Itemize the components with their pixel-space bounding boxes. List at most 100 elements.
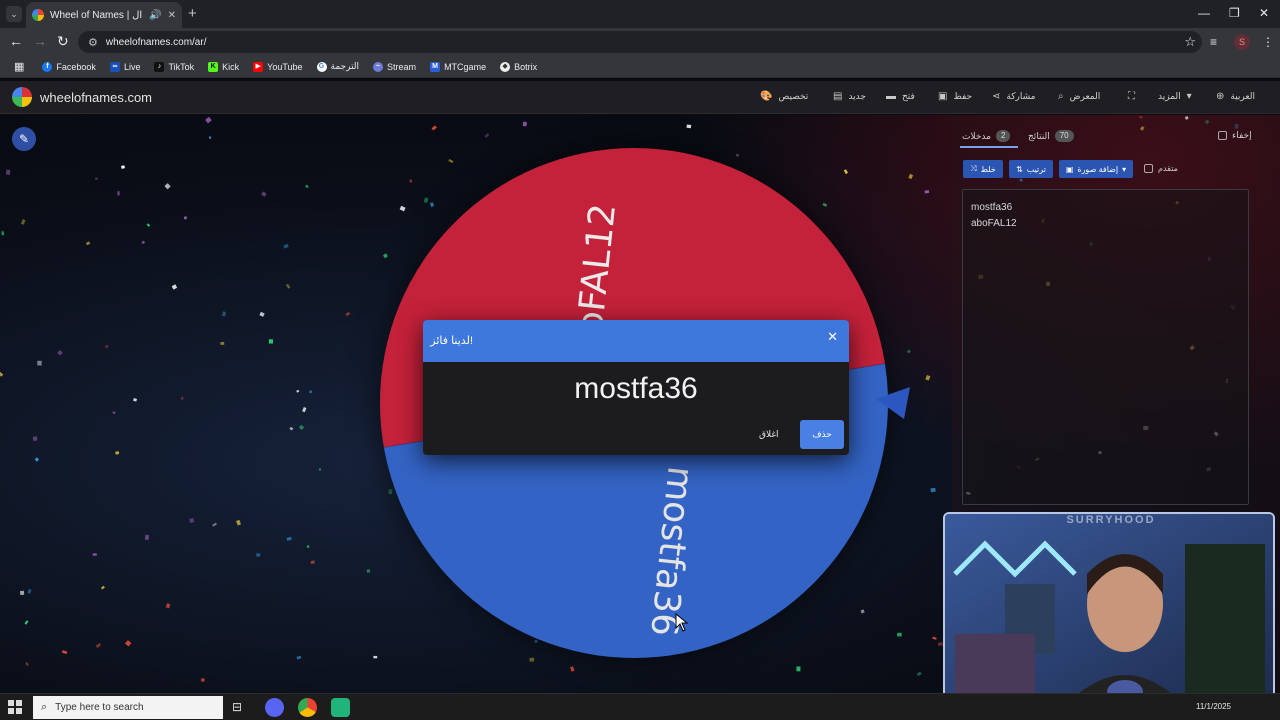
tab-results[interactable]: النتائج 70 — [1028, 130, 1074, 142]
menu-label: المعرض — [1069, 91, 1101, 101]
confetti-piece — [34, 457, 40, 462]
confetti-piece — [796, 666, 801, 672]
webcam-feed-image — [945, 514, 1273, 702]
save-icon: ▣ — [938, 91, 948, 102]
add-image-button[interactable]: ▣ إضافة صورة ▾ — [1059, 160, 1133, 178]
profile-avatar[interactable]: S — [1234, 34, 1250, 50]
share-button[interactable]: ⋖ مشاركة — [992, 91, 1035, 102]
gallery-button[interactable]: ⌕ المعرض — [1058, 91, 1100, 102]
button-label: إضافة صورة — [1077, 164, 1119, 174]
remove-winner-button[interactable]: حذف — [800, 420, 844, 449]
hide-toggle[interactable]: إخفاء — [1218, 130, 1252, 141]
taskbar-search-box[interactable]: ⌕ Type here to search — [33, 696, 223, 719]
open-button[interactable]: ▬ فتح — [886, 91, 915, 102]
bookmark-tiktok[interactable]: ♪ TikTok — [148, 60, 200, 74]
tab-search-button[interactable]: ⌄ — [6, 6, 22, 22]
confetti-piece — [212, 522, 217, 527]
edit-pencil-icon[interactable]: ✎ — [12, 127, 36, 151]
address-bar[interactable]: ⚙ wheelofnames.com/ar/ ☆ — [78, 31, 1202, 53]
bookmark-live[interactable]: ∞ Live — [104, 60, 147, 74]
confetti-piece — [431, 125, 437, 131]
forward-icon[interactable]: → — [33, 33, 47, 49]
share-icon: ⋖ — [992, 91, 1001, 102]
language-selector[interactable]: ⊕ العربية — [1216, 91, 1255, 102]
stream-icon: ~ — [373, 61, 384, 72]
more-dropdown[interactable]: المزيد ▾ — [1158, 91, 1192, 102]
confetti-piece — [529, 657, 535, 662]
confetti-piece — [85, 241, 91, 246]
confetti-piece — [916, 671, 922, 676]
reload-icon[interactable]: ↻ — [57, 33, 69, 50]
app-icon[interactable] — [331, 698, 350, 717]
confetti-piece — [220, 341, 225, 346]
menu-kebab-icon[interactable]: ⋮ — [1262, 35, 1274, 49]
bookmark-translate[interactable]: G الترجمة — [311, 59, 366, 74]
wheel-logo-icon[interactable] — [12, 87, 32, 107]
confetti-piece — [57, 350, 63, 356]
close-window-icon[interactable]: ✕ — [1259, 6, 1269, 20]
confetti-piece — [0, 371, 4, 377]
tab-label: النتائج — [1028, 130, 1050, 141]
apps-icon[interactable]: ▦ — [8, 58, 34, 75]
confetti-piece — [373, 655, 378, 659]
shuffle-icon: ⤨ — [970, 164, 977, 173]
taskbar-date[interactable]: 11/1/2025 — [1196, 702, 1231, 711]
confetti-piece — [843, 169, 849, 175]
fullscreen-button[interactable]: ⛶ — [1128, 91, 1135, 102]
speaker-icon[interactable]: 🔊 — [149, 10, 161, 21]
tab-entries[interactable]: مدخلات 2 — [962, 130, 1011, 142]
close-icon[interactable]: ✕ — [827, 329, 838, 345]
confetti-piece — [165, 603, 171, 609]
folder-icon: ▬ — [886, 91, 896, 102]
advanced-checkbox[interactable] — [1144, 164, 1153, 173]
confetti-piece — [382, 253, 388, 259]
advanced-toggle[interactable]: متقدم — [1144, 164, 1178, 173]
site-info-icon[interactable]: ⚙ — [88, 36, 98, 49]
bookmark-star-icon[interactable]: ☆ — [1184, 34, 1196, 50]
confetti-piece — [27, 588, 32, 594]
close-tab-icon[interactable]: ✕ — [168, 10, 176, 21]
confetti-piece — [822, 202, 828, 207]
botrix-icon: ◆ — [500, 61, 511, 72]
media-control-icon[interactable]: ≡ — [1210, 35, 1217, 49]
close-button[interactable]: اغلاق — [759, 429, 779, 440]
confetti-piece — [409, 179, 413, 183]
bookmark-botrix[interactable]: ◆ Botrix — [494, 60, 543, 74]
hide-checkbox[interactable] — [1218, 131, 1227, 140]
advanced-label: متقدم — [1158, 164, 1178, 173]
back-icon[interactable]: ← — [9, 33, 23, 49]
bookmark-youtube[interactable]: ▶ YouTube — [247, 60, 308, 74]
bookmark-kick[interactable]: K Kick — [202, 60, 245, 74]
discord-app-icon[interactable] — [265, 698, 284, 717]
confetti-piece — [117, 191, 120, 196]
bookmark-facebook[interactable]: f Facebook — [36, 60, 102, 74]
browser-tab-strip: ⌄ Wheel of Names | العشوائي ال 🔊 ✕ + — ❐… — [0, 0, 1280, 28]
task-view-icon[interactable]: ⊟ — [232, 700, 242, 714]
browser-tab[interactable]: Wheel of Names | العشوائي ال 🔊 ✕ — [26, 2, 182, 28]
windows-start-icon[interactable] — [8, 700, 22, 714]
mouse-cursor-icon — [675, 613, 689, 632]
confetti-piece — [310, 560, 315, 564]
bookmark-stream[interactable]: ~ Stream — [367, 60, 422, 74]
confetti-piece — [94, 177, 98, 180]
site-logo-text[interactable]: wheelofnames.com — [40, 90, 152, 105]
restore-icon[interactable]: ❐ — [1229, 6, 1240, 20]
shuffle-button[interactable]: ⤨ خلط — [963, 160, 1003, 178]
save-button[interactable]: ▣ حفظ — [938, 91, 972, 102]
new-tab-button[interactable]: + — [188, 5, 197, 22]
bookmark-mtcgame[interactable]: M MTCgame — [424, 60, 492, 74]
sort-button[interactable]: ⇅ ترتيب — [1009, 160, 1053, 178]
hide-label: إخفاء — [1232, 130, 1252, 140]
confetti-piece — [100, 585, 105, 590]
confetti-piece — [25, 661, 29, 666]
chrome-app-icon[interactable] — [298, 698, 317, 717]
entries-textarea[interactable]: mostfa36 aboFAL12 — [962, 189, 1249, 505]
customize-button[interactable]: 🎨 تخصيص — [760, 91, 808, 102]
confetti-piece — [133, 398, 138, 402]
new-button[interactable]: ▤ جديد — [833, 91, 866, 102]
minimize-icon[interactable]: — — [1198, 6, 1210, 20]
confetti-piece — [484, 133, 490, 138]
confetti-piece — [296, 389, 300, 393]
confetti-piece — [860, 609, 865, 614]
google-icon: G — [316, 61, 327, 72]
